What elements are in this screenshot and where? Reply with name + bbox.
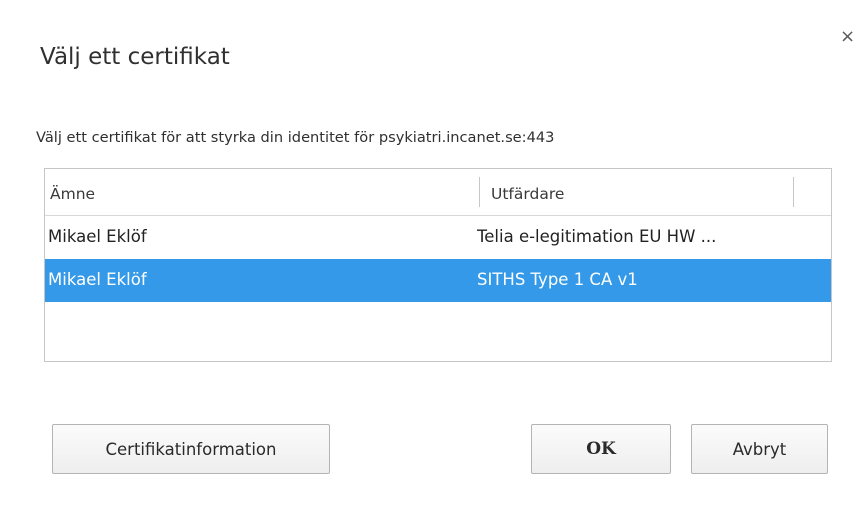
table-row-selected[interactable]: Mikael Eklöf SITHS Type 1 CA v1 bbox=[45, 259, 831, 302]
table-row[interactable]: Mikael Eklöf Telia e-legitimation EU HW … bbox=[45, 216, 831, 259]
column-divider[interactable] bbox=[479, 177, 480, 207]
column-header-issuer[interactable]: Utfärdare bbox=[491, 185, 564, 203]
cell-issuer: Telia e-legitimation EU HW ... bbox=[477, 227, 717, 246]
cell-subject: Mikael Eklöf bbox=[48, 270, 147, 289]
column-header-subject[interactable]: Ämne bbox=[50, 185, 95, 203]
cell-issuer: SITHS Type 1 CA v1 bbox=[477, 270, 638, 289]
table-header: Ämne Utfärdare bbox=[45, 169, 831, 216]
certificate-dialog: × Välj ett certifikat Välj ett certifika… bbox=[0, 0, 853, 505]
ok-button[interactable]: OK bbox=[531, 424, 671, 474]
column-divider[interactable] bbox=[793, 177, 794, 207]
certificate-info-button[interactable]: Certifikatinformation bbox=[52, 424, 330, 474]
cancel-button[interactable]: Avbryt bbox=[691, 424, 828, 474]
cell-subject: Mikael Eklöf bbox=[48, 227, 147, 246]
close-icon[interactable]: × bbox=[840, 28, 853, 46]
certificate-table: Ämne Utfärdare Mikael Eklöf Telia e-legi… bbox=[44, 168, 832, 362]
dialog-description: Välj ett certifikat för att styrka din i… bbox=[36, 129, 555, 146]
dialog-title: Välj ett certifikat bbox=[40, 44, 230, 70]
